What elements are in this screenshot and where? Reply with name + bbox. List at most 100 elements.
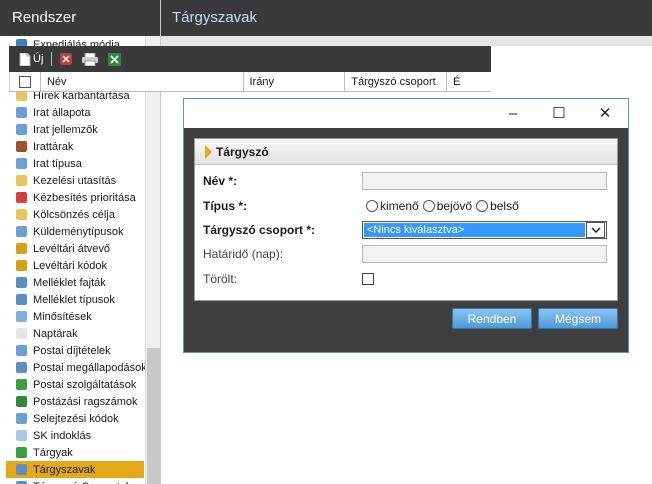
- sidebar-item-icon: [16, 124, 27, 135]
- sidebar-item[interactable]: Tárgyszavak: [6, 461, 144, 478]
- panel-header: Tárgyszó: [195, 139, 617, 165]
- radio-belso[interactable]: belső: [476, 199, 519, 213]
- sidebar-item-icon: [16, 362, 27, 373]
- sidebar-item-label: Naptárak: [33, 327, 78, 340]
- sidebar-item-icon: [16, 328, 27, 339]
- delete-icon[interactable]: [60, 52, 73, 66]
- deleted-row: Törölt:: [203, 269, 613, 289]
- sidebar-item-icon: [16, 107, 27, 118]
- sidebar-item[interactable]: Tárgyak: [0, 444, 145, 461]
- sidebar-item-label: Melléklet típusok: [33, 293, 115, 306]
- panel-arrow-icon: [205, 144, 212, 159]
- page-title: Tárgyszavak: [161, 0, 652, 36]
- sidebar-item-label: Tárgyak: [33, 446, 73, 459]
- group-label: Tárgyszó csoport *:: [203, 223, 316, 237]
- sidebar-item[interactable]: Naptárak: [0, 325, 145, 342]
- sidebar-item-label: Levéltári átvevő: [33, 242, 111, 255]
- dialog-titlebar: – ☐ ✕: [184, 99, 628, 127]
- dialog-body: Tárgyszó Név *: Típus *: kimenő bejövő b…: [184, 128, 628, 352]
- sidebar-item[interactable]: Levéltári kódok: [0, 257, 145, 274]
- sidebar-item[interactable]: SK indoklás: [0, 427, 145, 444]
- sidebar-item[interactable]: Levéltári átvevő: [0, 240, 145, 257]
- column-header-nev[interactable]: Név: [41, 71, 244, 92]
- sidebar-item-label: Postai szolgáltatások: [33, 378, 137, 391]
- excel-export-icon[interactable]: [108, 52, 122, 66]
- sidebar-item-label: Küldeménytípusok: [33, 225, 124, 238]
- radio-belso-button[interactable]: [476, 200, 489, 212]
- sidebar-item-label: Melléklet fajták: [33, 276, 106, 289]
- deadline-row: Határidő (nap):: [203, 244, 613, 264]
- sidebar-item[interactable]: Selejtezési kódok: [0, 410, 145, 427]
- sidebar-item-icon: [16, 311, 27, 322]
- select-all-checkbox[interactable]: [18, 75, 31, 88]
- sidebar-scrollbar[interactable]: ⌃: [145, 36, 160, 484]
- radio-kimeno[interactable]: kimenő: [366, 199, 419, 213]
- deadline-input[interactable]: [362, 245, 607, 263]
- radio-kimeno-label: kimenő: [380, 199, 419, 213]
- close-icon[interactable]: ✕: [582, 99, 628, 127]
- deleted-label: Törölt:: [203, 272, 238, 286]
- sidebar-item[interactable]: Kezelési utasítás: [0, 172, 145, 189]
- chevron-down-icon[interactable]: [586, 222, 605, 238]
- column-header-more[interactable]: É: [447, 72, 491, 92]
- radio-bejovo-label: bejövő: [436, 199, 473, 213]
- sidebar-item-label: Tárgyszó Csoportok: [33, 481, 131, 484]
- radio-bejovo[interactable]: bejövő: [422, 199, 473, 213]
- new-button-label: Új: [33, 53, 44, 65]
- sidebar-item[interactable]: Irat típusa: [0, 155, 145, 172]
- sidebar-item[interactable]: Irattárak: [0, 138, 145, 155]
- minimize-icon[interactable]: –: [490, 99, 536, 127]
- group-select-value: <Nincs kiválasztva>: [364, 223, 585, 237]
- type-radio-group: kimenő bejövő belső: [362, 199, 523, 213]
- sidebar-item[interactable]: Melléklet típusok: [0, 291, 145, 308]
- type-label: Típus *:: [203, 199, 247, 213]
- new-document-icon: [19, 52, 31, 66]
- sidebar-item[interactable]: Küldeménytípusok: [0, 223, 145, 240]
- panel-title: Tárgyszó: [216, 144, 269, 159]
- sidebar-list: Expediálás módjaFeladatokFelfüggesztés o…: [0, 36, 145, 484]
- sidebar-item-icon: [16, 226, 27, 237]
- group-select[interactable]: <Nincs kiválasztva>: [362, 221, 607, 239]
- sidebar-item[interactable]: Tárgyszó Csoportok: [0, 478, 145, 484]
- column-header-csoport[interactable]: Tárgyszó csoport: [345, 71, 448, 92]
- sidebar-item-label: Selejtezési kódok: [33, 412, 119, 425]
- sidebar-item[interactable]: Postai szolgáltatások: [0, 376, 145, 393]
- radio-bejovo-button[interactable]: [422, 200, 435, 212]
- sidebar-item[interactable]: Kölcsönzés célja: [0, 206, 145, 223]
- form-panel: Tárgyszó Név *: Típus *: kimenő bejövő b…: [194, 138, 618, 301]
- sidebar-item-label: Tárgyszavak: [33, 463, 96, 476]
- sidebar-item[interactable]: Kézbesítés prioritása: [0, 189, 145, 206]
- type-row: Típus *: kimenő bejövő belső: [203, 196, 613, 216]
- sidebar-item-icon: [16, 192, 27, 203]
- name-row: Név *:: [203, 171, 613, 191]
- sidebar-title: Rendszer: [0, 0, 160, 36]
- new-button[interactable]: Új: [19, 52, 44, 66]
- radio-kimeno-button[interactable]: [366, 200, 378, 212]
- name-input[interactable]: [362, 172, 607, 190]
- sidebar-item-label: Kézbesítés prioritása: [33, 191, 136, 204]
- sidebar-item-label: Irattárak: [33, 140, 74, 153]
- ok-button[interactable]: Rendben: [452, 308, 532, 329]
- sidebar-item-label: Irat jellemzők: [33, 123, 98, 136]
- sidebar-item[interactable]: Postázási ragszámok: [0, 393, 145, 410]
- sidebar-item[interactable]: Irat állapota: [0, 104, 145, 121]
- sidebar-item-label: SK indoklás: [33, 429, 92, 442]
- sidebar-item-icon: [16, 464, 27, 475]
- sidebar-item[interactable]: Melléklet fajták: [0, 274, 145, 291]
- sidebar-item[interactable]: Irat jellemzők: [0, 121, 145, 138]
- cancel-button[interactable]: Mégsem: [538, 308, 618, 329]
- sidebar-item-icon: [16, 277, 27, 288]
- print-icon[interactable]: [82, 52, 99, 66]
- maximize-icon[interactable]: ☐: [536, 99, 582, 127]
- deleted-checkbox[interactable]: [362, 273, 374, 285]
- sidebar-item[interactable]: Postai megállapodások: [0, 359, 145, 376]
- sidebar-item-icon: [16, 260, 27, 271]
- select-all-cell: [10, 71, 41, 92]
- sidebar-item[interactable]: Postai díjtételek: [0, 342, 145, 359]
- radio-belso-label: belső: [490, 199, 519, 213]
- sidebar-item-label: Irat típusa: [33, 157, 82, 170]
- column-header-irany[interactable]: Irány: [244, 71, 346, 92]
- sidebar-item-icon: [16, 447, 27, 458]
- sidebar-item[interactable]: Minősítések: [0, 308, 145, 325]
- scroll-thumb[interactable]: [147, 348, 160, 484]
